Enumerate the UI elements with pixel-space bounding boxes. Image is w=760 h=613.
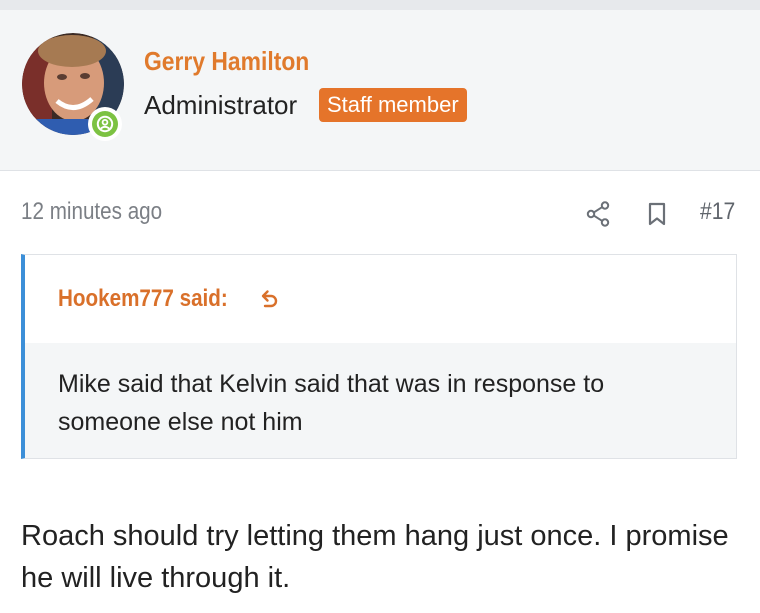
quote-block: Hookem777 said: Mike said that Kelvin sa… (21, 254, 737, 459)
post-number-link[interactable]: #17 (700, 198, 735, 226)
quote-content: Mike said that Kelvin said that was in r… (25, 343, 736, 458)
bookmark-icon[interactable] (646, 202, 668, 226)
post-user-header: Gerry Hamilton Administrator Staff membe… (0, 10, 760, 171)
quote-text: Mike said that Kelvin said that was in r… (58, 370, 605, 436)
quote-header: Hookem777 said: (25, 255, 736, 343)
online-status-badge (88, 107, 122, 141)
username-link[interactable]: Gerry Hamilton (144, 46, 309, 77)
top-divider (0, 0, 760, 10)
jump-to-quote-icon[interactable] (258, 287, 280, 309)
share-icon[interactable] (586, 201, 610, 227)
user-title: Administrator (144, 90, 298, 120)
quote-author-link[interactable]: Hookem777 said: (58, 285, 228, 313)
avatar[interactable] (22, 33, 124, 141)
staff-badge: Staff member (319, 88, 467, 122)
post-timestamp[interactable]: 12 minutes ago (21, 198, 162, 226)
post-message: Roach should try letting them hang just … (21, 520, 729, 594)
online-user-icon (96, 115, 114, 133)
